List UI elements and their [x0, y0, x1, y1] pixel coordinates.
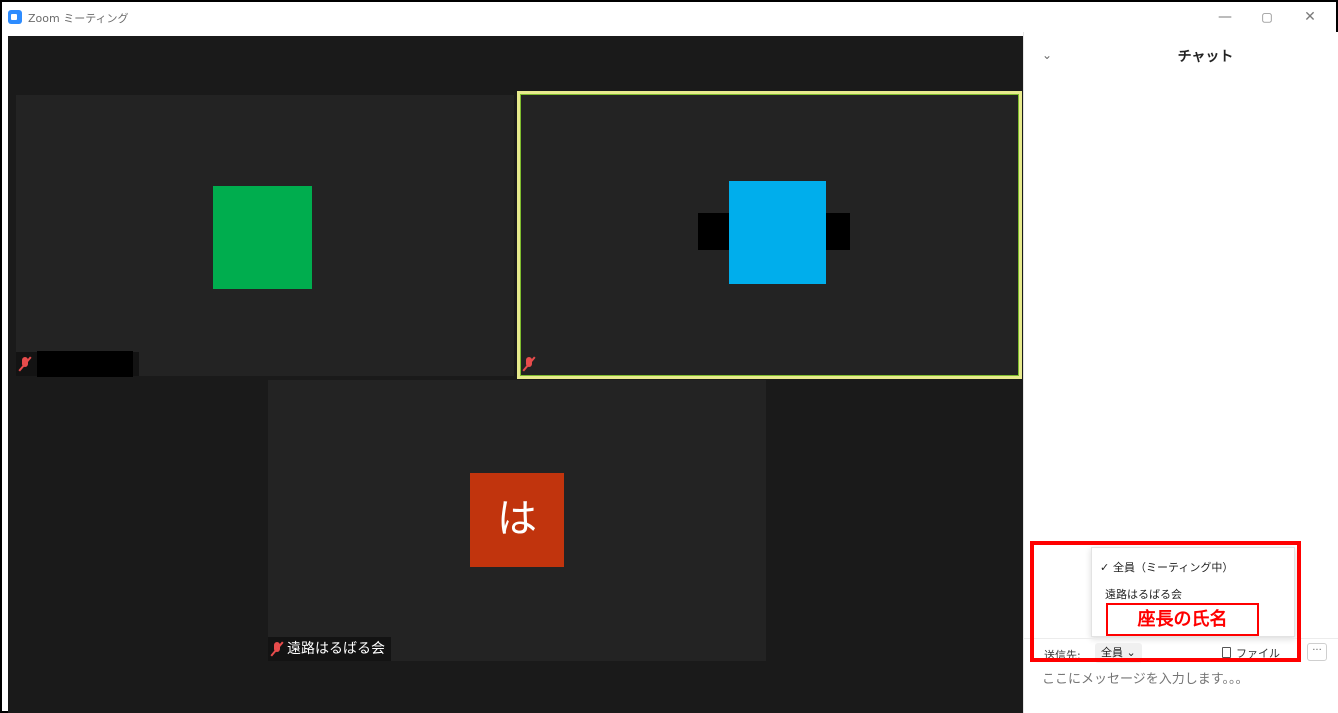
- minimize-button[interactable]: —: [1210, 7, 1240, 27]
- option-label: 全員（ミーティング中）: [1113, 561, 1234, 574]
- muted-mic-icon: [522, 356, 536, 372]
- participant-name-tag: [520, 352, 545, 376]
- dropdown-option-participant[interactable]: 遠路はるばる会: [1105, 586, 1182, 602]
- participant-name-tag: 遠路はるばる会: [268, 637, 391, 661]
- file-button[interactable]: ファイル: [1222, 645, 1280, 661]
- window-title: Zoom ミーティング: [28, 12, 129, 25]
- more-options-button[interactable]: ···: [1307, 643, 1327, 661]
- recipient-select[interactable]: 全員 ⌄: [1095, 643, 1142, 663]
- zoom-window: Zoom ミーティング — ▢ ✕ は 遠路はるばる会 ⌄ チャット ✓ 全員（…: [0, 0, 1338, 713]
- participant-tile[interactable]: は 遠路はるばる会: [268, 380, 766, 661]
- file-label: ファイル: [1236, 647, 1280, 660]
- active-speaker-tile[interactable]: [517, 91, 1022, 379]
- participant-name-tag: [16, 351, 139, 377]
- chat-title: チャット: [1177, 49, 1234, 65]
- annotation-label: 座長の氏名: [1106, 603, 1259, 636]
- chat-panel: ⌄ チャット ✓ 全員（ミーティング中） 遠路はるばる会 座長の氏名 送信先: 全…: [1023, 32, 1338, 713]
- title-bar: Zoom ミーティング — ▢ ✕: [2, 2, 1336, 32]
- dropdown-option-everyone[interactable]: ✓ 全員（ミーティング中）: [1100, 559, 1233, 575]
- close-button[interactable]: ✕: [1295, 7, 1325, 27]
- redacted-name: [37, 351, 133, 377]
- file-icon: [1222, 647, 1231, 658]
- muted-mic-icon: [18, 356, 32, 372]
- send-to-label: 送信先:: [1044, 649, 1081, 662]
- participant-avatar: [213, 186, 312, 289]
- participant-avatar: [729, 181, 826, 284]
- message-input[interactable]: [1042, 672, 1322, 687]
- maximize-button[interactable]: ▢: [1252, 7, 1282, 27]
- participant-name: 遠路はるばる会: [287, 641, 385, 657]
- muted-mic-icon: [270, 641, 284, 657]
- video-gallery: は 遠路はるばる会: [8, 36, 1023, 713]
- send-to-row: 送信先: 全員 ⌄ ファイル ···: [1024, 638, 1338, 666]
- participant-tile[interactable]: [16, 95, 514, 377]
- participant-avatar: は: [470, 473, 564, 567]
- zoom-app-icon: [8, 10, 22, 24]
- check-icon: ✓: [1100, 561, 1110, 574]
